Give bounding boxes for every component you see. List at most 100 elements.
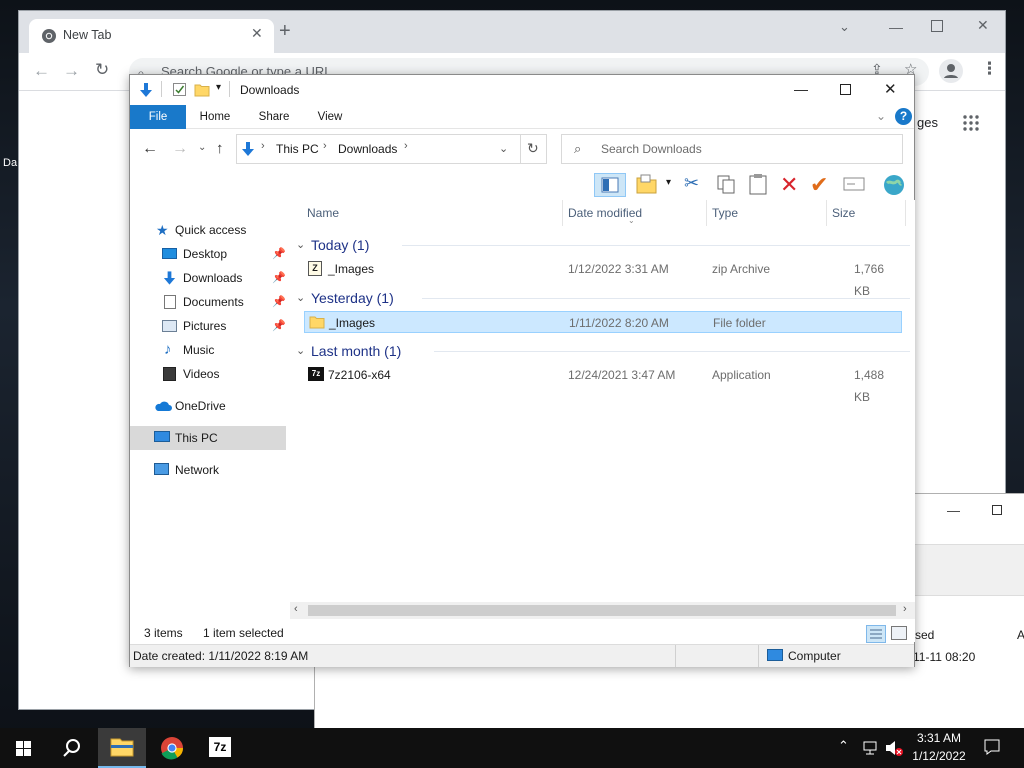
copy-icon[interactable] <box>716 174 736 195</box>
chevron-right-icon[interactable]: › <box>261 140 265 152</box>
column-separator[interactable] <box>826 200 827 226</box>
horizontal-scrollbar[interactable]: ‹ › <box>290 602 915 619</box>
back-icon[interactable]: ← <box>33 61 50 81</box>
column-header-fragment-2[interactable]: A <box>1017 628 1024 642</box>
up-icon[interactable]: ↑ <box>216 140 224 157</box>
dropdown-arrow-icon[interactable]: ▾ <box>666 177 671 188</box>
file-row[interactable]: 7z 7z2106-x64 12/24/2021 3:47 AM Applica… <box>304 364 902 404</box>
nav-quick-access[interactable]: ★ Quick access <box>130 218 288 242</box>
chevron-down-icon[interactable]: ⌄ <box>499 142 508 155</box>
column-size[interactable]: Size <box>832 200 855 226</box>
customize-toolbar-icon[interactable]: ▾ <box>216 82 221 93</box>
network-status-icon[interactable] <box>862 740 878 756</box>
scrollbar-thumb[interactable] <box>308 605 896 616</box>
nav-downloads[interactable]: Downloads 📌 <box>130 266 288 290</box>
reload-icon[interactable]: ↻ <box>95 60 109 80</box>
help-icon[interactable]: ? <box>895 108 912 125</box>
large-icons-view-icon[interactable] <box>891 626 907 640</box>
volume-muted-icon[interactable] <box>884 739 904 757</box>
checkmark-icon[interactable]: ✔ <box>810 172 828 198</box>
tab-home[interactable]: Home <box>192 105 238 129</box>
images-link[interactable]: ges <box>917 115 938 130</box>
minimize-icon[interactable]: — <box>794 81 808 97</box>
search-input[interactable]: ⌕ Search Downloads <box>561 134 903 164</box>
chrome-tab-newtab[interactable]: New Tab ✕ <box>29 19 274 53</box>
minimize-icon[interactable]: — <box>889 19 903 35</box>
new-tab-icon[interactable]: + <box>279 21 291 41</box>
file-row-selected[interactable]: _Images 1/11/2022 8:20 AM File folder <box>304 311 902 333</box>
maximize-icon[interactable] <box>992 505 1002 515</box>
chevron-right-icon[interactable]: › <box>404 140 408 152</box>
details-view-icon[interactable] <box>866 625 886 643</box>
file-row[interactable]: Z _Images 1/12/2022 3:31 AM zip Archive … <box>304 258 902 298</box>
column-name[interactable]: Name <box>307 200 339 226</box>
title-bar[interactable]: ▾ Downloads — ✕ <box>130 75 914 105</box>
profile-avatar[interactable] <box>939 59 963 83</box>
refresh-icon[interactable]: ↻ <box>527 140 539 157</box>
file-explorer-taskbar-button[interactable] <box>98 728 146 768</box>
collapse-chevron-icon[interactable]: ⌄ <box>296 286 305 310</box>
expand-ribbon-icon[interactable]: ⌄ <box>876 109 886 123</box>
pin-icon[interactable]: 📌 <box>272 266 286 290</box>
clock-time[interactable]: 3:31 AM <box>906 731 972 745</box>
desktop-icon-label[interactable]: Da <box>3 157 17 169</box>
nav-network[interactable]: Network <box>130 458 288 482</box>
7zip-taskbar-button[interactable]: 7z <box>196 728 244 768</box>
column-separator[interactable] <box>905 200 906 226</box>
breadcrumb-this-pc[interactable]: This PC <box>276 142 319 156</box>
minimize-icon[interactable]: — <box>947 503 960 518</box>
search-button[interactable] <box>48 728 96 768</box>
collapse-chevron-icon[interactable]: ⌄ <box>296 339 305 363</box>
column-separator[interactable] <box>562 200 563 226</box>
show-hidden-icons-icon[interactable]: ⌃ <box>838 738 849 754</box>
tab-share[interactable]: Share <box>252 105 296 129</box>
nav-videos[interactable]: Videos <box>130 362 288 386</box>
recent-locations-icon[interactable]: ⌄ <box>198 142 206 153</box>
close-tab-icon[interactable]: ✕ <box>251 25 263 42</box>
column-type[interactable]: Type <box>712 200 738 226</box>
action-center-icon[interactable] <box>983 738 1001 756</box>
properties-icon[interactable] <box>636 174 658 194</box>
tab-file[interactable]: File <box>130 105 186 129</box>
properties-checkbox-icon[interactable] <box>173 83 186 96</box>
new-folder-icon[interactable] <box>194 82 210 97</box>
nav-music[interactable]: ♪ Music <box>130 338 288 362</box>
clock-date[interactable]: 1/12/2022 <box>906 749 972 763</box>
breadcrumb-downloads[interactable]: Downloads <box>338 142 397 156</box>
address-bar[interactable]: › This PC › Downloads › ⌄ ↻ <box>236 134 547 164</box>
delete-icon[interactable]: ✕ <box>780 172 798 198</box>
paste-icon[interactable] <box>748 173 768 195</box>
maximize-icon[interactable] <box>931 20 943 32</box>
forward-icon[interactable]: → <box>172 140 188 158</box>
chevron-right-icon[interactable]: › <box>323 140 327 152</box>
back-icon[interactable]: ← <box>142 140 158 158</box>
tab-view[interactable]: View <box>308 105 352 129</box>
forward-icon[interactable]: → <box>63 61 80 81</box>
pin-icon[interactable]: 📌 <box>272 242 286 266</box>
menu-dots-icon[interactable]: ⋮ <box>981 59 998 79</box>
collapse-chevron-icon[interactable]: ⌄ <box>296 233 305 257</box>
maximize-icon[interactable] <box>840 84 851 95</box>
chrome-taskbar-button[interactable] <box>148 728 196 768</box>
scroll-right-icon[interactable]: › <box>903 603 907 615</box>
start-button[interactable] <box>0 728 48 768</box>
apps-grid-icon[interactable] <box>963 115 979 131</box>
close-window-icon[interactable]: ✕ <box>977 17 989 34</box>
nav-onedrive[interactable]: OneDrive <box>130 394 288 418</box>
globe-icon[interactable] <box>882 173 906 197</box>
nav-desktop[interactable]: Desktop 📌 <box>130 242 288 266</box>
nav-documents[interactable]: Documents 📌 <box>130 290 288 314</box>
close-icon[interactable]: ✕ <box>884 80 897 98</box>
computer-icon <box>154 431 170 442</box>
pin-icon[interactable]: 📌 <box>272 290 286 314</box>
scroll-left-icon[interactable]: ‹ <box>294 603 298 615</box>
preview-pane-icon[interactable] <box>594 173 626 197</box>
column-separator[interactable] <box>706 200 707 226</box>
cut-icon[interactable]: ✂ <box>684 173 699 194</box>
rename-icon[interactable] <box>843 177 865 191</box>
chevron-down-icon[interactable]: ⌄ <box>839 19 850 35</box>
nav-pictures[interactable]: Pictures 📌 <box>130 314 288 338</box>
column-header-fragment[interactable]: sed <box>915 628 934 642</box>
pin-icon[interactable]: 📌 <box>272 314 286 338</box>
nav-this-pc[interactable]: This PC <box>130 426 286 450</box>
